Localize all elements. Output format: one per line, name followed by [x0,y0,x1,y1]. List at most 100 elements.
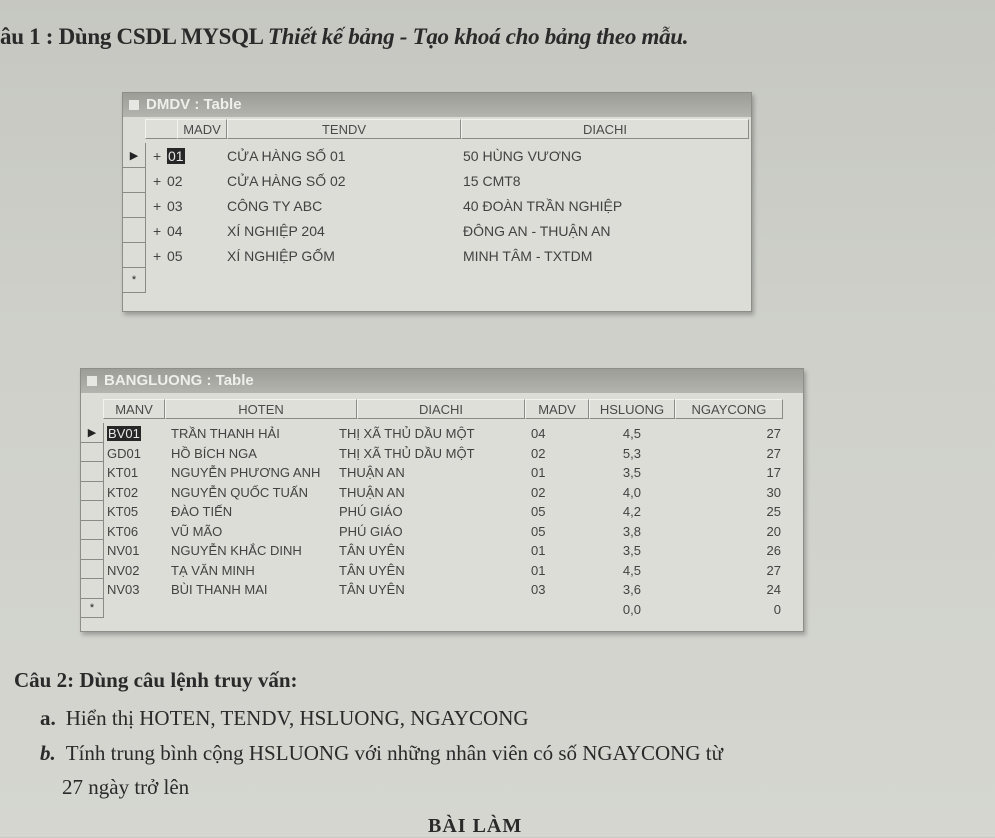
dmdv-col-madv[interactable]: MADV [177,119,227,139]
cell-ngaycong: 24 [766,582,781,597]
dmdv-table-window: DMDV : Table MADV TENDV DIACHI ▶ * +01 CỬ… [122,92,752,312]
bangluong-col-ngaycong[interactable]: NGAYCONG [675,399,783,419]
cell-madv: 02 [531,445,546,461]
item-label: b. [40,741,56,765]
expand-marker[interactable]: + [153,223,161,239]
cell-diachi: TÂN UYÊN [339,562,405,578]
bangluong-col-hsluong[interactable]: HSLUONG [589,399,675,419]
bangluong-table-row[interactable]: BV01 TRẦN THANH HẢI THỊ XÃ THỦ DẦU MỘT 04 4,… [81,426,796,444]
cell-diachi: 15 CMT8 [463,173,521,189]
cell-manv: NV03 [107,582,140,597]
cell-diachi: ĐÔNG AN - THUẬN AN [463,223,611,239]
expand-marker[interactable]: + [153,248,161,264]
cell-madv: 01 [531,562,546,578]
bangluong-table-row[interactable]: KT05 ĐÀO TIẾN PHÚ GIÁO 05 4,2 25 [81,504,796,522]
cell-ngaycong: 27 [766,426,781,441]
bangluong-col-diachi[interactable]: DIACHI [357,399,525,419]
dmdv-table-row[interactable]: +05 XÍ NGHIỆP GỐM MINH TÂM - TXTDM [123,248,743,270]
bangluong-table-row[interactable]: GD01 HỒ BÍCH NGA THỊ XÃ THỦ DẦU MỘT 02 5,3 27 [81,446,796,464]
cell-hoten: NGUYỄN PHƯƠNG ANH [171,465,321,480]
cell-ngaycong: 25 [766,504,781,519]
cell-hoten: BÙI THANH MAI [171,582,268,597]
item-text: Hiển thị HOTEN, TENDV, HSLUONG, NGAYCONG [65,706,529,730]
cell-hoten: NGUYỄN QUỐC TUẤN [171,484,308,500]
cell-madv: 01 [167,148,185,164]
dmdv-col-tendv[interactable]: TENDV [227,119,461,139]
bangluong-table-row[interactable]: NV03 BÙI THANH MAI TÂN UYÊN 03 3,6 24 [81,582,796,600]
cell-madv: 04 [531,426,546,441]
cell-hsluong: 3,8 [622,523,641,539]
cell-diachi: THUẬN AN [339,484,405,500]
expand-marker[interactable]: + [153,148,161,164]
cell-manv: NV01 [107,543,140,558]
bangluong-col-hoten[interactable]: HOTEN [165,399,357,419]
cell-madv: 02 [531,484,546,500]
cell-madv: 03 [167,198,183,214]
bangluong-title-bar: BANGLUONG : Table [81,369,803,393]
cell-madv: 05 [531,504,546,519]
question-2-heading: Câu 2: Dùng câu lệnh truy vấn: [14,668,298,692]
bangluong-table-window: BANGLUONG : Table MANV HOTEN DIACHI MADV… [80,368,804,632]
cell-tendv: XÍ NGHIỆP 204 [227,223,325,239]
cell-ngaycong: 27 [766,562,781,578]
cell-madv: 03 [531,582,546,597]
table-icon [129,100,139,110]
bangluong-table-row[interactable]: NV02 TẠ VĂN MINH TÂN UYÊN 01 4,5 27 [81,563,796,581]
cell-tendv: XÍ NGHIỆP GỐM [227,248,335,264]
cell-manv: KT01 [107,465,139,480]
bangluong-col-madv[interactable]: MADV [525,399,589,419]
dmdv-col-diachi[interactable]: DIACHI [461,119,749,139]
dmdv-table-row[interactable]: +04 XÍ NGHIỆP 204 ĐÔNG AN - THUẬN AN [123,223,743,245]
cell-manv: KT05 [107,504,139,519]
bangluong-table-row[interactable]: NV01 NGUYỄN KHẮC DINH TÂN UYÊN 01 3,5 26 [81,543,796,561]
bangluong-table-row[interactable]: KT01 NGUYỄN PHƯƠNG ANH THUẬN AN 01 3,5 17 [81,465,796,483]
cell-hsluong: 4,0 [622,484,641,500]
expand-marker[interactable]: + [153,173,161,189]
cell-manv: GD01 [107,445,141,461]
cell-diachi: TÂN UYÊN [339,582,405,597]
cell-diachi: 50 HÙNG VƯƠNG [463,148,582,164]
question-2-item-a: a. Hiển thị HOTEN, TENDV, HSLUONG, NGAYCO… [40,706,529,731]
cell-manv: KT02 [107,484,139,500]
cell-madv: 04 [167,223,183,239]
cell-madv: 01 [531,465,546,480]
cell-ngaycong: 20 [766,523,781,539]
question-1-italic: Thiết kế bảng - Tạo khoá cho bảng theo m… [267,24,689,49]
cell-diachi: THỊ XÃ THỦ DẦU MỘT [339,445,475,461]
cell-hsluong: 4,2 [622,504,641,519]
cell-diachi: THỊ XÃ THỦ DẦU MỘT [339,426,475,441]
cell-manv: BV01 [107,426,141,441]
dmdv-table-row[interactable]: +03 CÔNG TY ABC 40 ĐOÀN TRẦN NGHIỆP [123,198,743,220]
cell-hsluong: 4,5 [622,562,641,578]
cell-tendv: CỬA HÀNG SỐ 02 [227,173,346,189]
bangluong-table-row[interactable]: KT02 NGUYỄN QUỐC TUẤN THUẬN AN 02 4,0 30 [81,485,796,503]
cell-tendv: CỬA HÀNG SỐ 01 [227,148,346,164]
dmdv-table-row[interactable]: +01 CỬA HÀNG SỐ 01 50 HÙNG VƯƠNG [123,148,743,170]
new-row-selector[interactable]: * [123,268,145,293]
dmdv-title: DMDV : Table [146,96,242,113]
cell-tendv: CÔNG TY ABC [227,198,323,214]
dmdv-table-row[interactable]: +02 CỬA HÀNG SỐ 02 15 CMT8 [123,173,743,195]
expand-marker[interactable]: + [153,198,161,214]
cell-manv: KT06 [107,523,139,539]
question-1-bold: Dùng CSDL MYSQL [58,24,263,49]
question-1: âu 1 : Dùng CSDL MYSQL Thiết kế bảng - T… [0,24,689,50]
question-2-item-b-cont: 27 ngày trở lên [62,775,189,800]
cell-ngaycong: 0 [773,601,781,617]
item-text: Tính trung bình cộng HSLUONG với những n… [65,741,723,765]
document-page: âu 1 : Dùng CSDL MYSQL Thiết kế bảng - T… [0,0,995,837]
cell-hoten: ĐÀO TIẾN [171,504,233,519]
cell-ngaycong: 17 [766,465,781,480]
bangluong-col-manv[interactable]: MANV [103,399,165,419]
cell-diachi: MINH TÂM - TXTDM [463,248,593,264]
cell-ngaycong: 30 [766,484,781,500]
cell-hoten: HỒ BÍCH NGA [171,445,257,461]
cell-diachi: PHÚ GIÁO [339,523,403,539]
bangluong-table-row[interactable]: KT06 VŨ MÃO PHÚ GIÁO 05 3,8 20 [81,524,796,542]
cell-diachi: THUẬN AN [339,465,405,480]
bangluong-new-row[interactable]: 0,0 0 [81,602,796,620]
cell-hoten: TRẦN THANH HẢI [171,426,280,441]
cell-hoten: TẠ VĂN MINH [171,562,255,578]
bangluong-header-row: MANV HOTEN DIACHI MADV HSLUONG NGAYCONG [103,399,783,419]
cell-madv: 01 [531,543,546,558]
